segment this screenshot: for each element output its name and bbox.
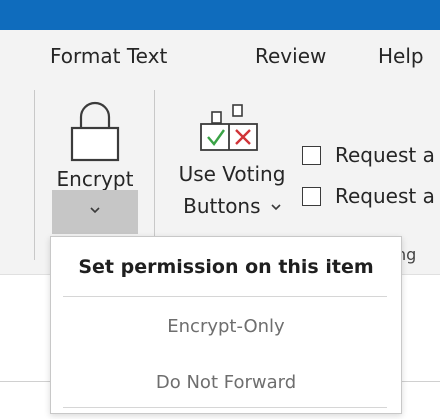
checkbox-label: Request a <box>335 143 435 167</box>
tab-review[interactable]: Review <box>255 42 326 70</box>
voting-label-line2-text: Buttons <box>183 194 261 218</box>
tab-help[interactable]: Help <box>378 42 424 70</box>
voting-buttons-icon <box>200 104 258 151</box>
menu-separator <box>63 407 387 408</box>
voting-label-line2: Buttons <box>172 190 292 222</box>
request-checkbox-1[interactable]: Request a <box>302 140 435 170</box>
document-divider <box>402 381 440 382</box>
lock-icon <box>70 101 120 162</box>
chevron-down-icon <box>271 204 281 211</box>
use-voting-buttons-button[interactable]: Use Voting Buttons <box>172 104 292 232</box>
checkbox[interactable] <box>302 145 321 165</box>
menu-header: Set permission on this item <box>78 256 374 278</box>
title-bar <box>0 0 440 30</box>
voting-label-line1: Use Voting <box>178 162 286 186</box>
document-divider <box>0 381 50 382</box>
group-divider <box>154 90 155 242</box>
chevron-down-icon <box>90 207 100 214</box>
request-checkbox-2[interactable]: Request a <box>302 181 435 211</box>
menu-item-do-not-forward[interactable]: Do Not Forward <box>51 361 401 405</box>
encrypt-dropdown-menu: Set permission on this item Encrypt-Only… <box>50 236 402 414</box>
tab-format-text[interactable]: Format Text <box>50 42 167 70</box>
encrypt-dropdown-button[interactable] <box>52 190 138 234</box>
checkbox-label: Request a <box>335 184 435 208</box>
group-divider <box>34 90 35 260</box>
menu-item-encrypt-only[interactable]: Encrypt-Only <box>51 305 401 349</box>
checkbox[interactable] <box>302 186 321 206</box>
menu-separator <box>63 296 387 297</box>
encrypt-button[interactable]: Encrypt <box>52 100 138 234</box>
